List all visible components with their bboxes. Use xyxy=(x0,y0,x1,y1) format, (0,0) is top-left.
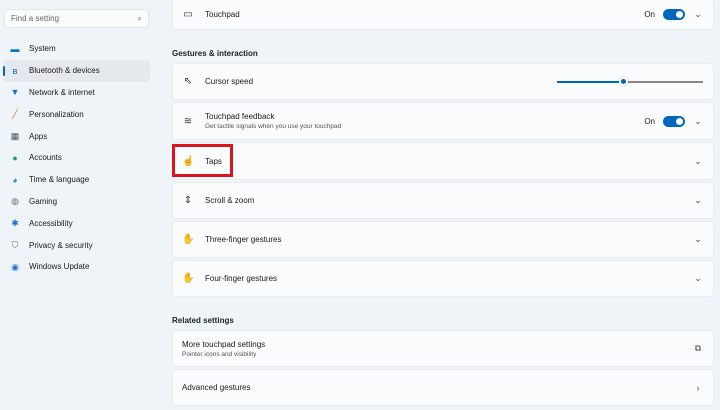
taps-row[interactable]: ☝ Taps ⌄ xyxy=(172,142,714,180)
touchpad-feedback-row[interactable]: ≋ Touchpad feedback Get tactile signals w… xyxy=(172,102,714,140)
feedback-state: On xyxy=(644,116,655,126)
cursor-speed-slider[interactable] xyxy=(557,76,703,87)
cursor-icon: ⇖ xyxy=(183,76,193,87)
sidebar-item-label: Time & language xyxy=(29,175,90,185)
sidebar-item-network-internet[interactable]: ▼ Network & internet xyxy=(3,82,150,104)
advanced-gestures-row[interactable]: Advanced gestures › xyxy=(172,369,714,406)
gamepad-icon: ◍ xyxy=(11,196,19,207)
more-label: More touchpad settings xyxy=(182,339,266,349)
sidebar-item-bluetooth-devices[interactable]: ʙ Bluetooth & devices xyxy=(3,59,150,82)
four-finger-row[interactable]: ✋ Four-finger gestures ⌄ xyxy=(172,260,714,297)
three-finger-row[interactable]: ✋ Three-finger gestures ⌄ xyxy=(172,221,714,258)
four-finger-label: Four-finger gestures xyxy=(205,274,278,283)
touchpad-icon: ▭ xyxy=(183,8,193,20)
sidebar-item-label: Bluetooth & devices xyxy=(29,66,100,76)
feedback-label: Touchpad feedback xyxy=(205,112,275,121)
sidebar-item-windows-update[interactable]: ◉ Windows Update xyxy=(3,256,150,278)
hand-icon: ✋ xyxy=(182,234,195,245)
sidebar-nav: ▬ System ʙ Bluetooth & devices ▼ Network & in… xyxy=(3,38,150,278)
slider-thumb[interactable] xyxy=(618,76,628,86)
search-placeholder: Find a setting xyxy=(11,14,60,23)
sidebar-item-label: Privacy & security xyxy=(29,240,93,250)
chevron-down-icon[interactable]: ⌄ xyxy=(693,9,703,20)
sidebar-item-personalization[interactable]: ╱ Personalization xyxy=(3,103,150,125)
section-related-header: Related settings xyxy=(172,316,234,325)
monitor-icon: ▬ xyxy=(10,43,20,54)
highlight-box xyxy=(172,144,233,177)
accessibility-icon: ✱ xyxy=(11,218,19,229)
sidebar-item-label: Personalization xyxy=(29,109,84,119)
search-input[interactable]: Find a setting ⌕ xyxy=(4,9,149,28)
sidebar-item-time-language[interactable]: ◕ Time & language xyxy=(3,169,150,191)
chevron-down-icon: ⌄ xyxy=(694,234,702,244)
sidebar-item-label: Gaming xyxy=(29,196,58,206)
three-finger-label: Three-finger gestures xyxy=(205,235,282,244)
chevron-down-icon: ⌄ xyxy=(694,195,702,205)
shield-icon: ⛉ xyxy=(11,240,19,251)
sidebar-item-apps[interactable]: ▦ Apps xyxy=(3,125,150,147)
search-icon: ⌕ xyxy=(137,13,142,23)
taps-label: Taps xyxy=(205,156,222,166)
sidebar-item-label: System xyxy=(29,44,56,54)
sidebar-item-gaming[interactable]: ◍ Gaming xyxy=(3,191,150,213)
advanced-label: Advanced gestures xyxy=(182,383,251,392)
wifi-icon: ▼ xyxy=(10,87,20,98)
update-icon: ◉ xyxy=(11,261,19,272)
brush-icon: ╱ xyxy=(12,109,18,120)
feedback-toggle[interactable] xyxy=(663,115,685,127)
sidebar-item-system[interactable]: ▬ System xyxy=(3,38,150,60)
touchpad-row[interactable]: ▭ Touchpad On ⌄ xyxy=(172,0,714,30)
chevron-right-icon: › xyxy=(696,382,700,393)
external-link-icon: ⧉ xyxy=(694,343,702,353)
sidebar-item-accessibility[interactable]: ✱ Accessibility xyxy=(3,212,150,234)
scroll-label: Scroll & zoom xyxy=(205,196,255,205)
scroll-icon: ⇕ xyxy=(183,195,193,206)
feedback-sub: Get tactile signals when you use your to… xyxy=(205,123,342,130)
hand-icon: ✋ xyxy=(182,273,195,284)
person-icon: ● xyxy=(12,152,18,163)
sidebar-item-label: Accessibility xyxy=(29,218,73,228)
sidebar-item-label: Network & internet xyxy=(29,87,95,97)
sidebar-item-privacy-security[interactable]: ⛉ Privacy & security xyxy=(3,234,150,256)
touchpad-toggle[interactable] xyxy=(663,8,685,20)
chevron-down-icon: ⌄ xyxy=(694,273,702,283)
touchpad-label: Touchpad xyxy=(205,9,240,19)
cursor-speed-row: ⇖ Cursor speed xyxy=(172,63,714,100)
more-touchpad-settings-row[interactable]: More touchpad settings Pointer icons and … xyxy=(172,330,714,367)
touchpad-state: On xyxy=(644,9,655,19)
chevron-down-icon: ⌄ xyxy=(694,155,702,166)
more-sub: Pointer icons and visibility xyxy=(182,350,257,358)
cursor-speed-label: Cursor speed xyxy=(205,77,254,86)
sidebar-item-label: Apps xyxy=(29,131,48,141)
scroll-zoom-row[interactable]: ⇕ Scroll & zoom ⌄ xyxy=(172,182,714,219)
globe-clock-icon: ◕ xyxy=(12,174,18,185)
apps-icon: ▦ xyxy=(10,131,20,142)
section-gestures-header: Gestures & interaction xyxy=(172,49,258,58)
sidebar-item-accounts[interactable]: ● Accounts xyxy=(3,147,150,169)
sidebar-item-label: Windows Update xyxy=(29,262,90,272)
sidebar-item-label: Accounts xyxy=(29,153,62,163)
vibration-icon: ≋ xyxy=(183,115,193,127)
bluetooth-icon: ʙ xyxy=(12,65,18,76)
chevron-down-icon[interactable]: ⌄ xyxy=(693,116,703,127)
